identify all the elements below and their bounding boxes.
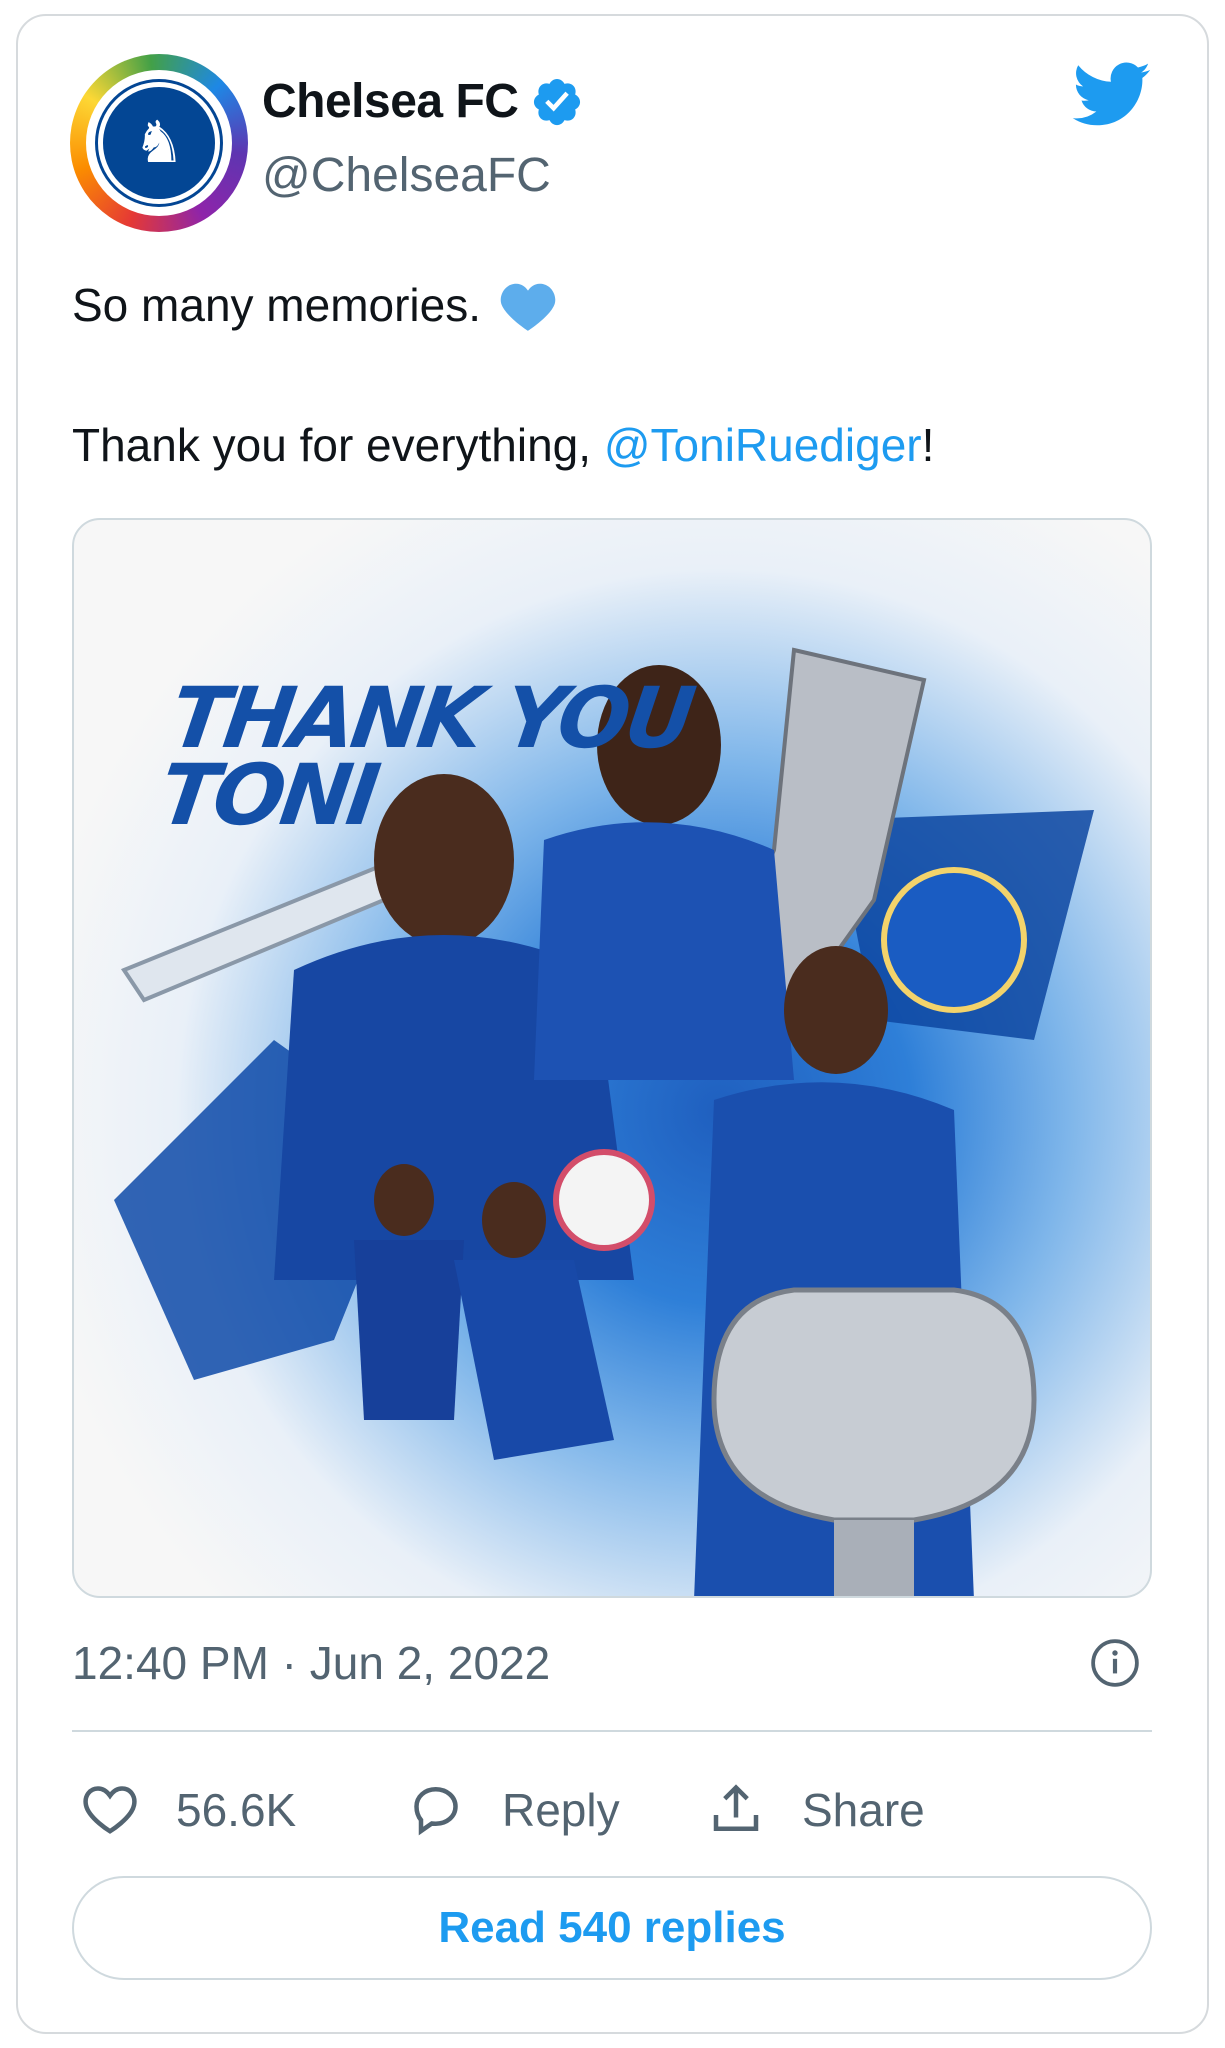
avatar[interactable]: ♞ bbox=[70, 54, 248, 232]
divider bbox=[72, 1730, 1152, 1732]
like-button[interactable]: 56.6K bbox=[80, 1780, 296, 1840]
reply-bubble-icon bbox=[414, 1786, 458, 1836]
media-title-line-2: TONI bbox=[153, 746, 382, 845]
tweet-timestamp[interactable]: 12:40 PM · Jun 2, 2022 bbox=[72, 1636, 550, 1690]
reply-label: Reply bbox=[502, 1784, 620, 1836]
heart-outline-icon bbox=[83, 1786, 137, 1834]
share-button[interactable]: Share bbox=[706, 1780, 925, 1840]
mention-link[interactable]: @ToniRuediger bbox=[604, 419, 922, 471]
display-name[interactable]: Chelsea FC bbox=[262, 74, 519, 129]
tweet-text-line-1: So many memories. bbox=[72, 278, 557, 333]
tweet-text-exclaim: ! bbox=[921, 419, 935, 471]
author-handle[interactable]: @ChelseaFC bbox=[262, 148, 551, 203]
twitter-bird-icon bbox=[1072, 62, 1151, 126]
reply-button[interactable]: Reply bbox=[406, 1780, 620, 1840]
tweet-media-image[interactable]: THANK YOU TONI bbox=[72, 518, 1152, 1598]
media-title: THANK YOU TONI bbox=[153, 669, 697, 845]
verified-badge-icon bbox=[534, 78, 581, 125]
lion-icon: ♞ bbox=[133, 110, 185, 175]
share-upload-icon bbox=[713, 1784, 759, 1831]
avatar-ring: ♞ bbox=[86, 70, 232, 216]
chelsea-crest-icon: ♞ bbox=[98, 82, 220, 204]
read-replies-button[interactable]: Read 540 replies bbox=[72, 1876, 1152, 1980]
share-label: Share bbox=[802, 1784, 925, 1836]
author-name-row[interactable]: Chelsea FC bbox=[262, 74, 584, 129]
tweet-text-memories: So many memories. bbox=[72, 279, 482, 331]
info-circle-icon[interactable] bbox=[1090, 1638, 1140, 1688]
blue-heart-emoji-icon bbox=[500, 283, 556, 331]
tweet-text-line-2: Thank you for everything, @ToniRuediger! bbox=[72, 418, 934, 473]
tweet-text-thanks: Thank you for everything, bbox=[72, 419, 604, 471]
like-count: 56.6K bbox=[176, 1784, 297, 1836]
